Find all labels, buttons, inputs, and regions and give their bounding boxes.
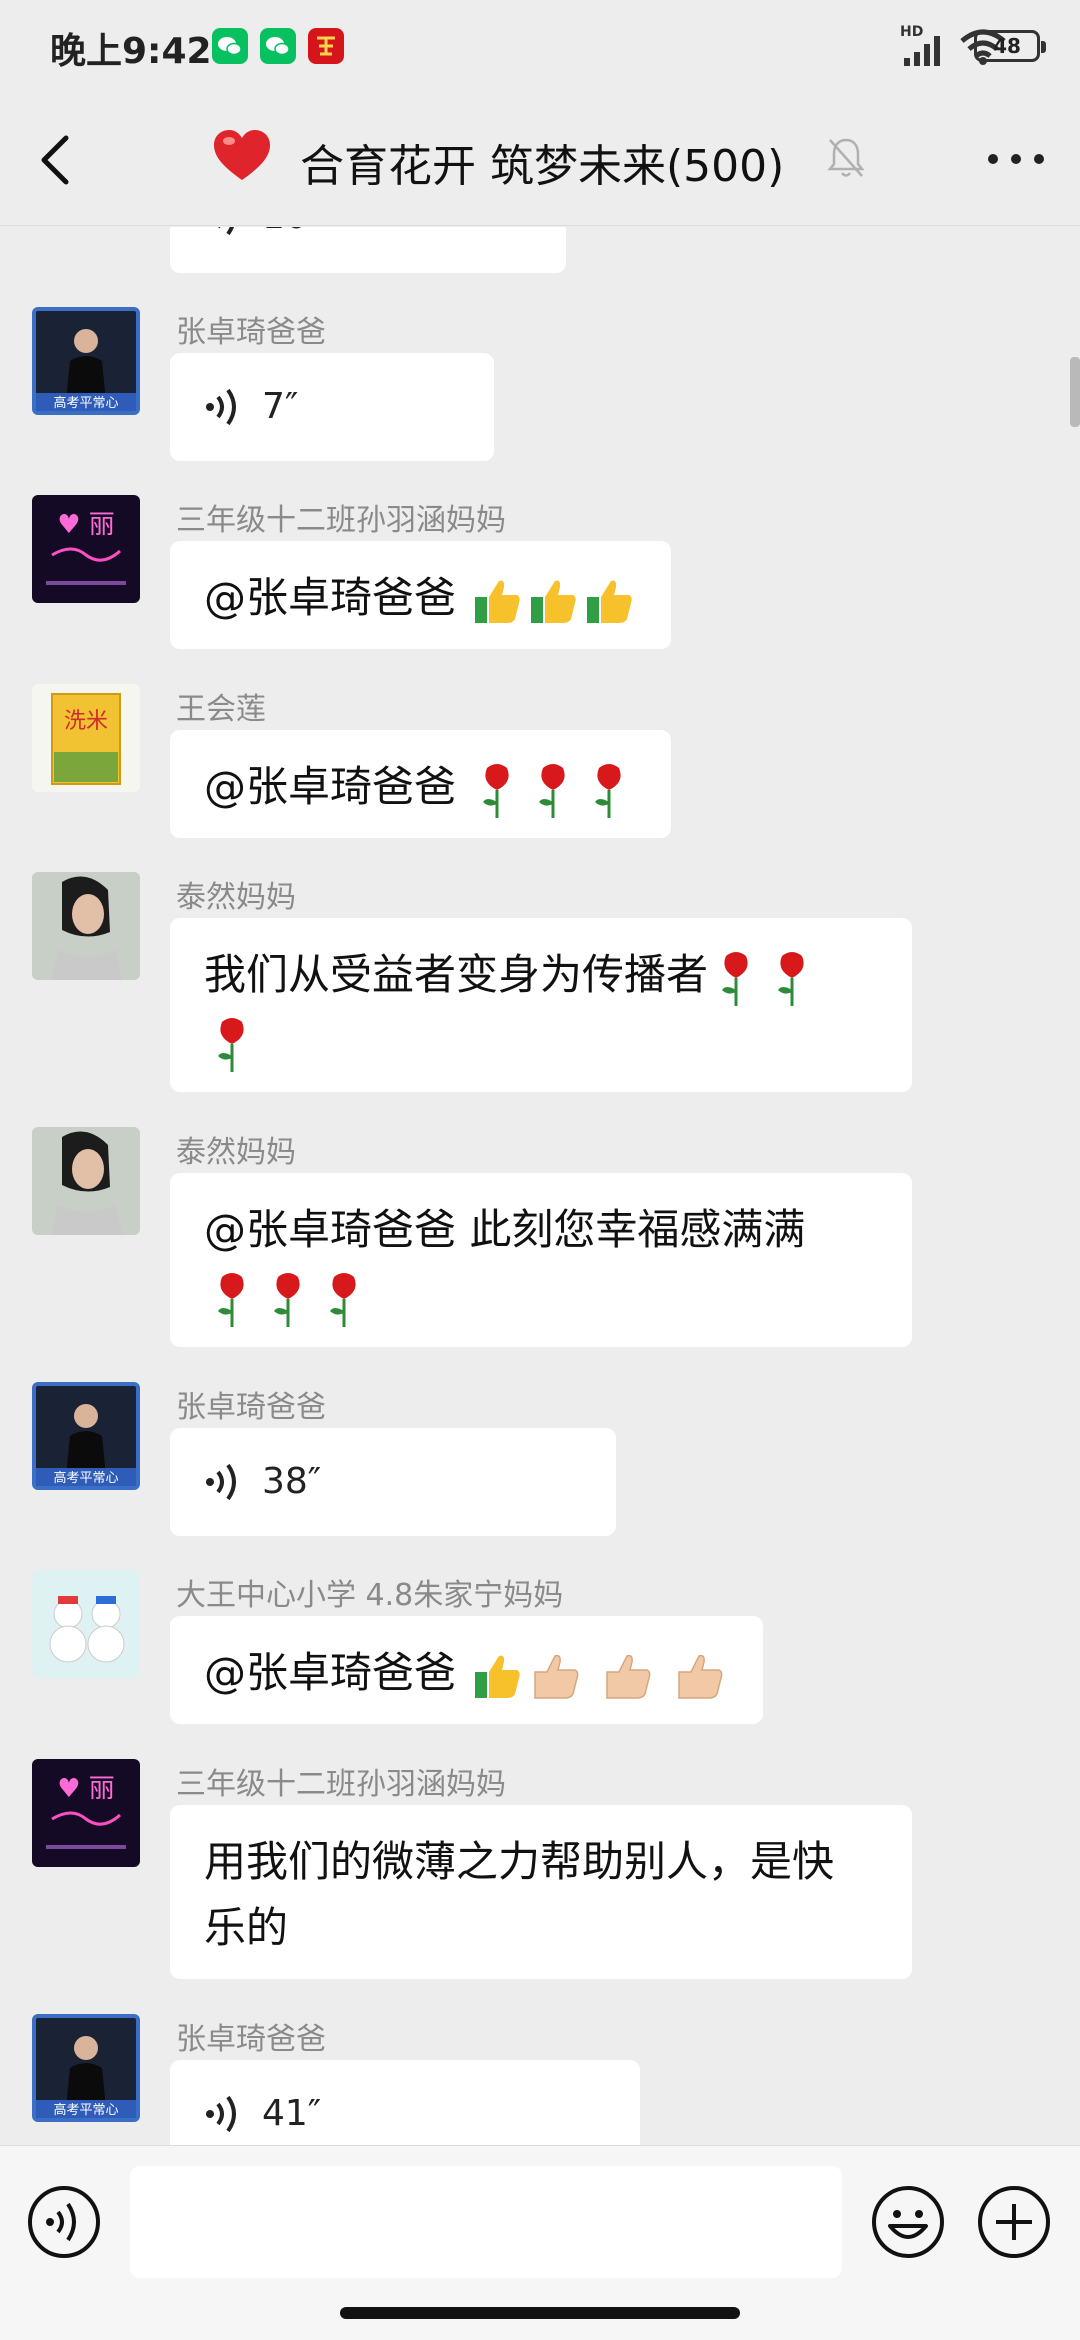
avatar[interactable]: 洗米 xyxy=(32,684,140,792)
voice-bubble[interactable]: 38″ xyxy=(170,1428,616,1536)
voice-wave-icon xyxy=(206,1463,236,1501)
message-text: @张卓琦爸爸 xyxy=(204,573,470,622)
rose-icon xyxy=(218,1017,244,1072)
voice-duration: 38″ xyxy=(262,1461,322,1502)
voice-duration: 41″ xyxy=(262,2093,322,2134)
message-text: @张卓琦爸爸 xyxy=(204,762,470,811)
message-text: @张卓琦爸爸 xyxy=(204,1648,470,1697)
svg-text:♥ 丽: ♥ 丽 xyxy=(57,510,115,540)
status-bar: 晚上9:42 HD 48 xyxy=(0,0,1080,92)
sender-name: 泰然妈妈 xyxy=(176,880,296,915)
sender-name: 三年级十二班孙羽涵妈妈 xyxy=(176,1767,506,1802)
avatar[interactable]: 高考平常心 xyxy=(32,1382,140,1490)
thumbs-up-icon xyxy=(531,580,577,623)
message-text: 乐的 xyxy=(204,1903,289,1952)
voice-bubble[interactable]: 7″ xyxy=(170,353,494,461)
message-input[interactable] xyxy=(130,2166,842,2278)
avatar[interactable] xyxy=(32,1127,140,1235)
wechat-icon xyxy=(212,28,248,64)
plus-icon[interactable] xyxy=(976,2184,1052,2260)
rose-icon xyxy=(218,1272,244,1327)
emoji-icon[interactable] xyxy=(870,2184,946,2260)
sender-name: 张卓琦爸爸 xyxy=(176,2022,326,2057)
voice-duration: 7″ xyxy=(262,386,299,427)
home-indicator[interactable] xyxy=(340,2307,740,2319)
message-text: @张卓琦爸爸 此刻您幸福感满满 xyxy=(204,1205,806,1254)
wechat-icon xyxy=(260,28,296,64)
text-bubble[interactable]: @张卓琦爸爸 此刻您幸福感满满 xyxy=(170,1173,912,1347)
sender-name: 张卓琦爸爸 xyxy=(176,315,326,350)
avatar[interactable]: ♥ 丽 xyxy=(32,1759,140,1867)
svg-text:高考平常心: 高考平常心 xyxy=(53,1470,118,1486)
avatar[interactable] xyxy=(32,1570,140,1678)
more-icon[interactable] xyxy=(986,144,1046,174)
message-text: 我们从受益者变身为传播者 xyxy=(204,950,709,999)
voice-wave-icon xyxy=(218,227,235,236)
text-bubble[interactable]: @张卓琦爸爸 xyxy=(170,1616,764,1724)
sender-name: 大王中心小学 4.8朱家宁妈妈 xyxy=(176,1578,564,1613)
text-bubble[interactable]: @张卓琦爸爸 xyxy=(170,730,672,838)
thumbs-up-light-icon xyxy=(534,1654,579,1699)
text-bubble[interactable]: 我们从受益者变身为传播者 xyxy=(170,918,912,1092)
voice-bubble[interactable]: 10″ xyxy=(170,227,566,273)
voice-wave-icon xyxy=(206,388,236,426)
message-text: 用我们的微薄之力帮助别人，是快 xyxy=(204,1837,835,1886)
heart-icon xyxy=(214,130,270,180)
avatar[interactable]: ♥ 丽 xyxy=(32,495,140,603)
rose-icon xyxy=(595,763,621,818)
scrollbar[interactable] xyxy=(1070,357,1080,427)
svg-text:高考平常心: 高考平常心 xyxy=(53,395,118,411)
avatar[interactable]: 高考平常心 xyxy=(32,307,140,415)
rose-icon xyxy=(274,1272,300,1327)
status-time: 晚上9:42 xyxy=(50,31,212,72)
rose-icon xyxy=(778,951,804,1006)
rose-icon xyxy=(722,951,748,1006)
voice-duration: 10″ xyxy=(262,227,321,250)
sender-name: 张卓琦爸爸 xyxy=(176,1390,326,1425)
avatar[interactable]: 高考平常心 xyxy=(32,2014,140,2122)
svg-text:♥ 丽: ♥ 丽 xyxy=(57,1774,115,1804)
avatar[interactable] xyxy=(32,872,140,980)
message-list[interactable]: 10″ 高考平常心 张卓琦爸爸 7″ ♥ 丽 三年级十二班孙羽涵妈妈 @张卓琦爸… xyxy=(0,227,1080,2145)
chat-title: 合育花开 筑梦未来(500) xyxy=(300,141,785,192)
svg-text:高考平常心: 高考平常心 xyxy=(53,2102,118,2118)
rose-icon xyxy=(330,1272,356,1327)
text-bubble[interactable]: 用我们的微薄之力帮助别人，是快 乐的 xyxy=(170,1805,912,1979)
sender-name: 泰然妈妈 xyxy=(176,1135,296,1170)
chat-header: 合育花开 筑梦未来(500) xyxy=(0,92,1080,226)
sender-name: 三年级十二班孙羽涵妈妈 xyxy=(176,503,506,538)
back-arrow-icon[interactable] xyxy=(30,132,80,188)
thumbs-up-icon xyxy=(475,1655,521,1698)
thumbs-up-light-icon xyxy=(678,1654,723,1699)
battery-indicator: 48 xyxy=(974,30,1046,62)
svg-text:洗米: 洗米 xyxy=(64,709,108,734)
voice-input-icon[interactable] xyxy=(26,2184,102,2260)
thumbs-up-light-icon xyxy=(606,1654,651,1699)
xuexi-icon xyxy=(308,28,344,64)
text-bubble[interactable]: @张卓琦爸爸 xyxy=(170,541,672,649)
rose-icon xyxy=(539,763,565,818)
rose-icon xyxy=(483,763,509,818)
mute-bell-icon xyxy=(827,138,865,177)
voice-bubble[interactable]: 41″ xyxy=(170,2060,640,2145)
thumbs-up-icon xyxy=(587,580,633,623)
voice-wave-icon xyxy=(206,2095,236,2133)
thumbs-up-icon xyxy=(475,580,521,623)
sender-name: 王会莲 xyxy=(176,692,266,727)
signal-icon xyxy=(904,36,940,66)
